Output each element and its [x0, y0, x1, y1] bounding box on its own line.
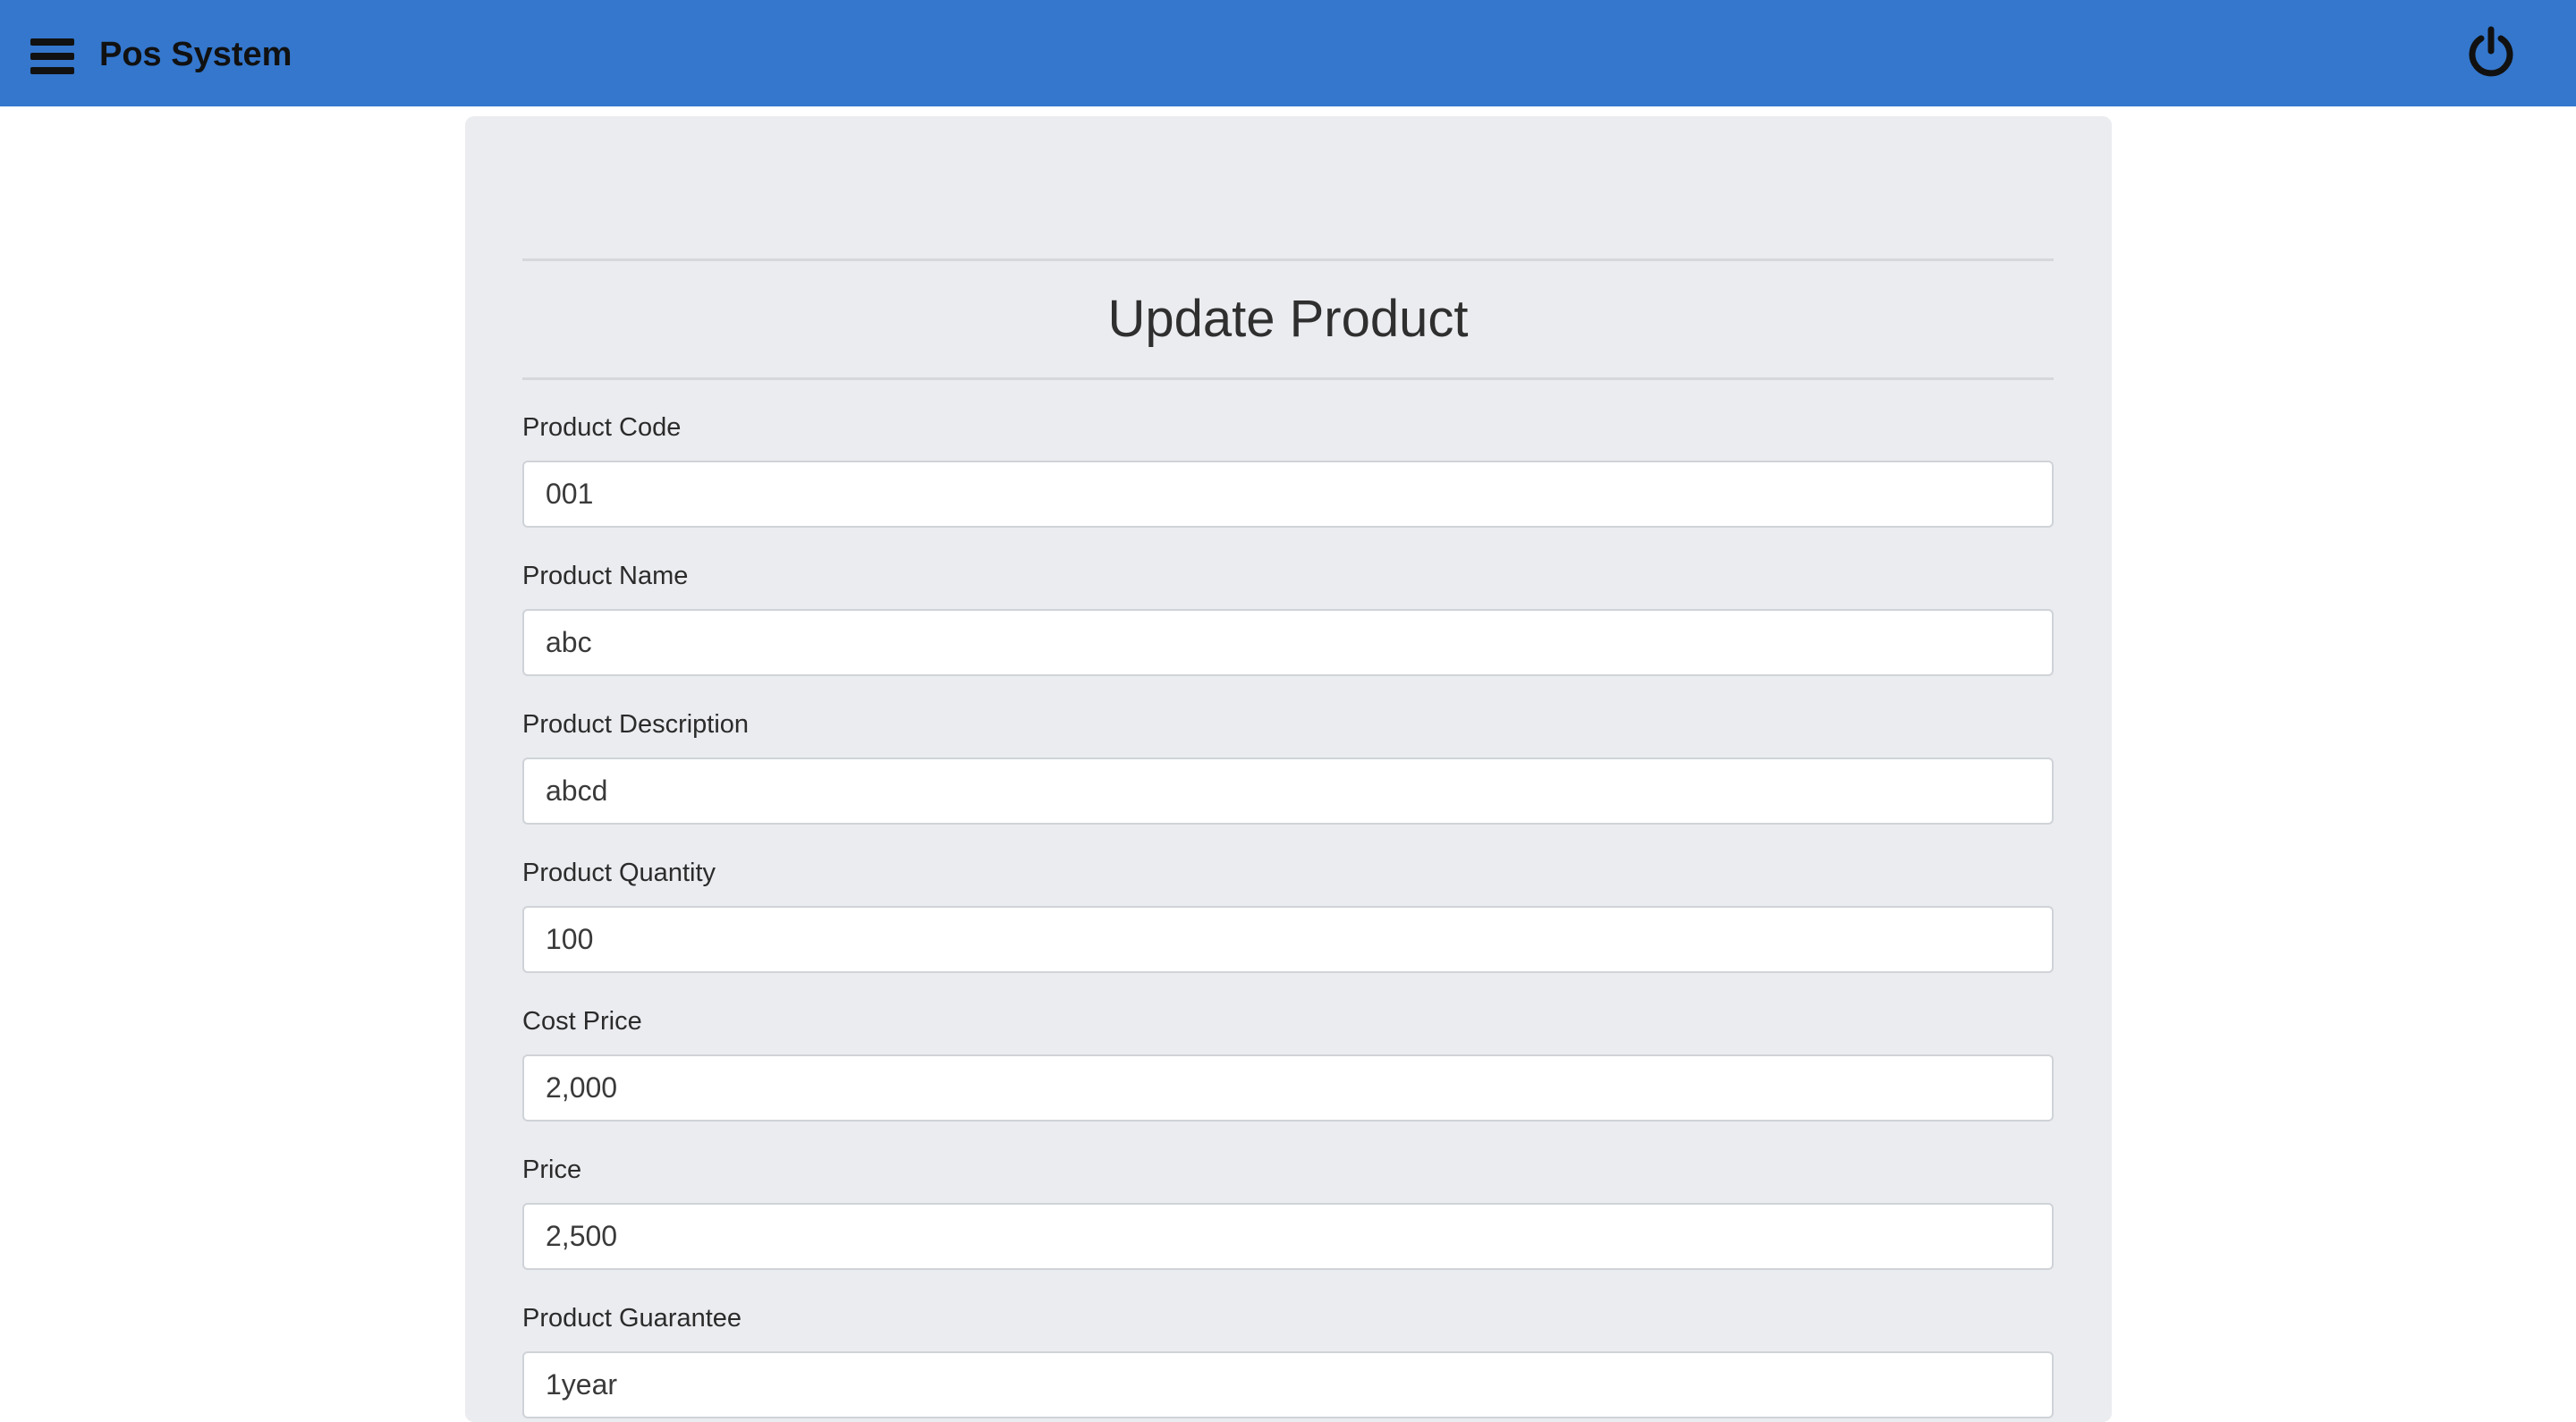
hamburger-menu-icon[interactable]	[30, 38, 74, 74]
product-name-label: Product Name	[522, 562, 689, 590]
cost-price-label: Cost Price	[522, 1007, 642, 1036]
top-navbar: Pos System	[0, 0, 2576, 106]
app-title[interactable]: Pos System	[99, 34, 292, 75]
product-guarantee-label: Product Guarantee	[522, 1304, 742, 1333]
hamburger-line	[30, 67, 74, 74]
product-description-input[interactable]	[522, 758, 2054, 825]
cost-price-input[interactable]	[522, 1054, 2054, 1122]
product-quantity-input[interactable]	[522, 906, 2054, 973]
price-input[interactable]	[522, 1203, 2054, 1270]
hamburger-line	[30, 38, 74, 46]
page-title: Update Product	[1107, 290, 1469, 348]
title-divider-top	[522, 258, 2054, 261]
price-label: Price	[522, 1155, 582, 1184]
product-code-label: Product Code	[522, 413, 682, 442]
product-description-label: Product Description	[522, 710, 750, 739]
product-quantity-label: Product Quantity	[522, 859, 716, 887]
update-product-card: Update Product Product Code Product Name…	[465, 116, 2112, 1422]
hamburger-line	[30, 53, 74, 60]
product-name-input[interactable]	[522, 609, 2054, 676]
power-icon[interactable]	[2466, 26, 2516, 80]
product-guarantee-input[interactable]	[522, 1351, 2054, 1418]
title-divider-bottom	[522, 377, 2054, 380]
product-code-input[interactable]	[522, 461, 2054, 528]
